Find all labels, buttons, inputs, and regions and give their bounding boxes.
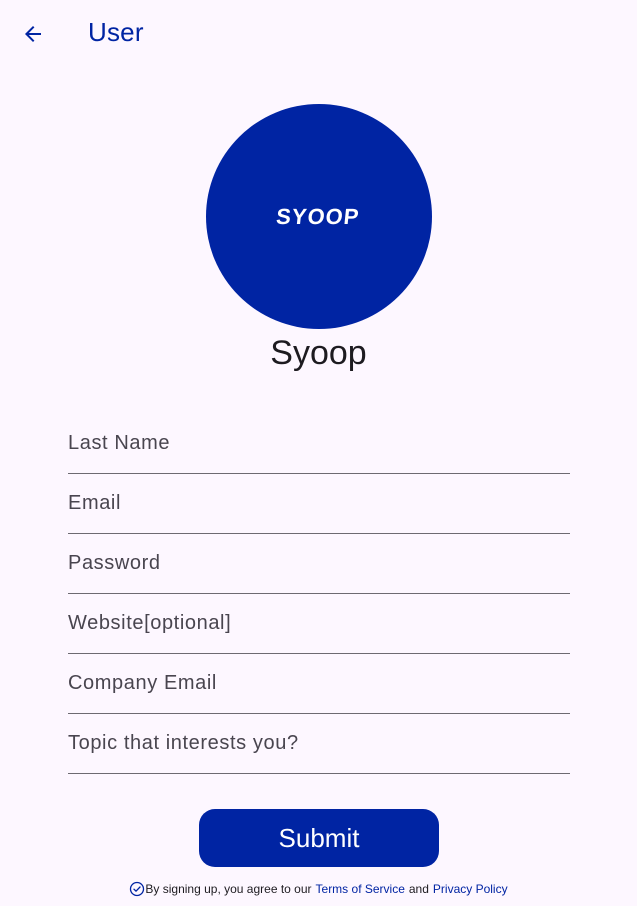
company-name: Syoop <box>270 334 367 372</box>
terms-prefix: By signing up, you agree to our <box>145 882 312 896</box>
password-label: Password <box>68 552 161 574</box>
top-app-bar: User <box>0 0 637 68</box>
privacy-policy-link[interactable]: Privacy Policy <box>433 882 508 896</box>
topic-field[interactable]: Topic that interests you? <box>68 714 570 774</box>
arrow-left-icon <box>25 26 41 42</box>
terms-of-service-link[interactable]: Terms of Service <box>316 882 405 896</box>
terms-and: and <box>408 882 429 896</box>
email-label: Email <box>68 492 122 514</box>
password-field[interactable]: Password <box>68 534 570 594</box>
back-button[interactable] <box>12 14 54 54</box>
check-circle-icon <box>129 881 145 897</box>
svg-text:SYOOP: SYOOP <box>275 206 361 228</box>
website-label: Website[optional] <box>68 612 232 634</box>
website-field[interactable]: Website[optional] <box>68 594 570 654</box>
company-email-label: Company Email <box>68 672 217 694</box>
last-name-field[interactable]: Last Name <box>68 414 570 474</box>
syoop-logo: SYOOP <box>275 206 361 228</box>
email-field[interactable]: Email <box>68 474 570 534</box>
signup-form: Last Name Email Password Website[optiona… <box>68 414 570 774</box>
submit-button[interactable]: Submit <box>199 809 439 867</box>
company-email-field[interactable]: Company Email <box>68 654 570 714</box>
avatar: SYOOP <box>206 104 432 329</box>
page-title: User <box>88 17 144 47</box>
topic-label: Topic that interests you? <box>68 732 299 754</box>
terms-notice: By signing up, you agree to our Terms of… <box>0 881 637 897</box>
last-name-label: Last Name <box>68 432 171 454</box>
